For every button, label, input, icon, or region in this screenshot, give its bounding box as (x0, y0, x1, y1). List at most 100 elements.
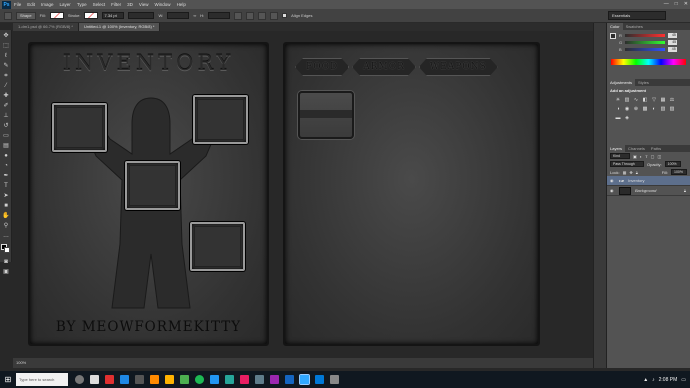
menu-type[interactable]: Type (77, 2, 87, 7)
quick-select-tool-icon[interactable]: ✎ (2, 62, 10, 70)
shape-tool-icon[interactable] (4, 11, 12, 20)
filter-adjustment-icon[interactable]: ◐ (640, 154, 642, 159)
eyedropper-tool-icon[interactable]: ⁄ (2, 82, 10, 90)
doc-tab-1[interactable]: 1-dm1.psd @ 66.7% (RGB/8) * (13, 23, 79, 31)
volume-icon[interactable]: ♪ (652, 377, 655, 383)
color-spectrum[interactable] (611, 59, 686, 65)
lock-all-icon[interactable]: 🔒︎ (636, 170, 638, 175)
rectangle-tool-icon[interactable]: ■ (2, 202, 10, 210)
app-icon-10[interactable] (240, 375, 249, 384)
red-slider[interactable] (624, 34, 665, 37)
path-select-tool-icon[interactable]: ➤ (2, 192, 10, 200)
levels-icon[interactable]: ▥ (624, 97, 630, 103)
path-arrangement-icon[interactable] (258, 11, 267, 20)
hue-saturation-icon[interactable]: ▦ (660, 97, 666, 103)
exposure-icon[interactable]: ◧ (642, 97, 648, 103)
screen-mode-icon[interactable]: ▣ (2, 268, 10, 276)
history-brush-tool-icon[interactable]: ↺ (2, 122, 10, 130)
stroke-swatch[interactable] (84, 12, 99, 19)
app-icon-15[interactable] (315, 375, 324, 384)
align-edges-checkbox[interactable] (282, 13, 288, 18)
workspace-select[interactable]: Essentials (608, 11, 666, 20)
zoom-level[interactable]: 100% (16, 360, 26, 365)
eraser-tool-icon[interactable]: ▭ (2, 132, 10, 140)
color-foreground-swatch[interactable] (610, 33, 616, 39)
app-icon-13[interactable] (285, 375, 294, 384)
tab-armor[interactable]: ARMOR (352, 58, 416, 76)
blend-mode-select[interactable]: Pass Through (610, 161, 644, 167)
selective-color-icon[interactable]: ◈ (624, 115, 630, 121)
blue-value[interactable]: 45 (667, 47, 677, 52)
filter-smart-object-icon[interactable]: ◫ (657, 154, 661, 159)
path-operations-icon[interactable] (234, 11, 243, 20)
canvas-area[interactable]: INVENTORY BY MEOWFORMEKITTY FOOD ARMOR W… (13, 31, 593, 371)
color-balance-icon[interactable]: ⚖ (669, 97, 675, 103)
tab-channels[interactable]: Channels (625, 145, 648, 152)
more-tools-icon[interactable]: … (2, 232, 10, 240)
menu-image[interactable]: Image (41, 2, 54, 7)
pen-tool-icon[interactable]: ✒ (2, 172, 10, 180)
crop-tool-icon[interactable]: ⌗ (2, 72, 10, 80)
link-icon[interactable]: ∞ (193, 13, 196, 18)
layer-row-inventory[interactable]: ◉ ▸▰ Inventory (607, 176, 690, 186)
menu-select[interactable]: Select (93, 2, 106, 7)
black-white-icon[interactable]: ◑ (615, 106, 621, 112)
stroke-type-select[interactable] (128, 12, 155, 19)
background-color-swatch[interactable] (4, 247, 10, 253)
tab-color[interactable]: Color (607, 23, 623, 30)
hand-tool-icon[interactable]: ✋ (2, 212, 10, 220)
app-icon-2[interactable] (120, 375, 129, 384)
threshold-icon[interactable]: ▨ (669, 106, 675, 112)
photo-filter-icon[interactable]: ◉ (624, 106, 630, 112)
network-icon[interactable]: ▲ (643, 377, 648, 383)
gradient-tool-icon[interactable]: ▤ (2, 142, 10, 150)
maximize-button[interactable]: □ (675, 1, 678, 7)
tab-weapons[interactable]: WEAPONS (419, 58, 498, 76)
equipment-slot-chest[interactable] (125, 161, 180, 210)
red-value[interactable]: 45 (667, 33, 677, 38)
filter-pixel-icon[interactable]: ▣ (633, 154, 637, 159)
height-field[interactable] (208, 12, 231, 19)
dodge-tool-icon[interactable]: ◔ (2, 162, 10, 170)
app-icon-8[interactable] (210, 375, 219, 384)
lasso-tool-icon[interactable]: ℓ (2, 52, 10, 60)
lock-position-icon[interactable]: ✥ (629, 170, 632, 175)
path-alignment-icon[interactable] (246, 11, 255, 20)
vibrance-icon[interactable]: ▽ (651, 97, 657, 103)
layer-name[interactable]: Background (635, 188, 656, 193)
layer-kind-filter[interactable]: Kind (610, 153, 630, 159)
doc-tab-untitled[interactable]: Untitled-1 @ 100% (Inventory, RGB/8) * (78, 23, 161, 31)
menu-edit[interactable]: Edit (27, 2, 35, 7)
stamp-tool-icon[interactable]: ⊥ (2, 112, 10, 120)
taskbar-search[interactable]: Type here to search (16, 373, 68, 386)
zoom-tool-icon[interactable]: ⚲ (2, 222, 10, 230)
foreground-background-colors[interactable] (1, 244, 11, 254)
brightness-icon[interactable]: ☀ (615, 97, 621, 103)
menu-window[interactable]: Window (155, 2, 171, 7)
tab-paths[interactable]: Paths (648, 145, 664, 152)
fill-field[interactable]: 100% (671, 169, 687, 175)
tab-adjustments[interactable]: Adjustments (607, 79, 636, 86)
menu-layer[interactable]: Layer (60, 2, 71, 7)
notifications-icon[interactable]: ▭ (681, 377, 686, 383)
app-icon-3[interactable] (135, 375, 144, 384)
healing-tool-icon[interactable]: ✚ (2, 92, 10, 100)
blur-tool-icon[interactable]: ● (2, 152, 10, 160)
stroke-size-field[interactable]: 7.34 pt (102, 12, 125, 19)
gear-icon[interactable] (270, 11, 279, 20)
menu-filter[interactable]: Filter (111, 2, 121, 7)
channel-mixer-icon[interactable]: ⊕ (633, 106, 639, 112)
app-icon-5[interactable] (165, 375, 174, 384)
width-field[interactable] (167, 12, 190, 19)
app-icon-6[interactable] (180, 375, 189, 384)
marquee-tool-icon[interactable]: ⬚ (2, 42, 10, 50)
visibility-eye-icon[interactable]: ◉ (610, 178, 615, 183)
green-value[interactable]: 45 (668, 40, 678, 45)
app-icon-11[interactable] (255, 375, 264, 384)
menu-3d[interactable]: 3D (127, 2, 133, 7)
tab-swatches[interactable]: Swatches (623, 23, 646, 30)
move-tool-icon[interactable]: ✥ (2, 32, 10, 40)
curves-icon[interactable]: ∿ (633, 97, 639, 103)
quick-mask-icon[interactable]: ◙ (2, 258, 10, 266)
menu-help[interactable]: Help (177, 2, 186, 7)
